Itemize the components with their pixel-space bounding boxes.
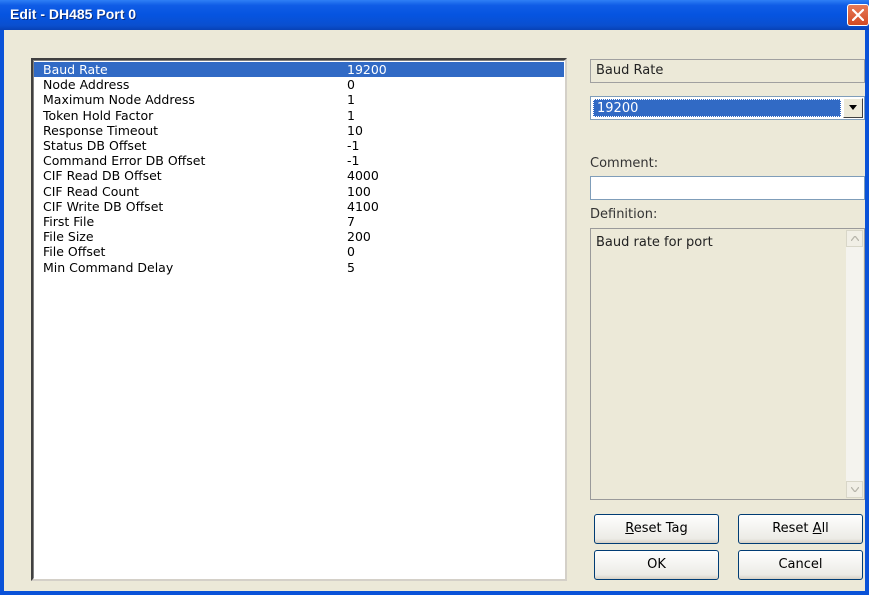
list-item-value: -1: [347, 138, 360, 153]
list-item-name: File Size: [43, 229, 94, 245]
list-item-value: 0: [347, 244, 355, 260]
scroll-down-icon: [851, 487, 859, 492]
definition-label: Definition:: [590, 207, 658, 222]
list-item-name: File Offset: [43, 244, 106, 260]
list-item[interactable]: Baud Rate 19200: [34, 62, 564, 77]
dropdown-button[interactable]: [843, 98, 863, 118]
list-item-name: Token Hold Factor: [43, 107, 154, 123]
list-item[interactable]: CIF Read Count 100: [34, 184, 564, 199]
list-item[interactable]: Status DB Offset -1: [34, 138, 564, 153]
list-item-value: 5: [347, 259, 355, 275]
list-item-name: Status DB Offset: [43, 138, 147, 153]
list-item-value: 0: [347, 77, 355, 93]
list-item[interactable]: Min Command Delay 5: [34, 260, 564, 275]
window-title: Edit - DH485 Port 0: [10, 6, 137, 22]
list-item-name: CIF Read DB Offset: [43, 168, 162, 184]
comment-label: Comment:: [590, 156, 659, 171]
list-item-name: CIF Read Count: [43, 183, 140, 199]
parameter-list[interactable]: Baud Rate 19200 Node Address 0 Maximum Node …: [31, 58, 567, 581]
selected-parameter-name: Baud Rate: [590, 59, 865, 83]
reset-all-accesskey: A: [812, 521, 822, 536]
close-button[interactable]: [847, 4, 869, 26]
list-item[interactable]: Response Timeout 10: [34, 123, 564, 138]
list-item-name: Node Address: [43, 77, 130, 93]
reset-all-label-post: ll: [821, 521, 829, 536]
list-item-value: 1: [347, 92, 355, 108]
scroll-down-button[interactable]: [846, 481, 863, 498]
list-item-value: 19200: [347, 62, 387, 77]
value-dropdown-selected: 19200: [593, 99, 841, 117]
reset-all-button[interactable]: Reset All: [738, 514, 863, 544]
comment-field[interactable]: [590, 176, 865, 200]
reset-all-label-pre: Reset: [772, 521, 813, 536]
list-item-name: Baud Rate: [43, 62, 108, 77]
list-item-value: 100: [347, 183, 371, 199]
reset-tag-label-post: eset Tag: [633, 521, 688, 536]
list-item-value: 4100: [347, 198, 379, 214]
list-item-value: 7: [347, 214, 355, 229]
list-item[interactable]: File Offset 0: [34, 244, 564, 259]
scroll-up-button[interactable]: [846, 230, 863, 247]
definition-text: Baud rate for port: [596, 235, 713, 250]
reset-tag-accesskey: R: [625, 521, 634, 536]
ok-button[interactable]: OK: [594, 550, 719, 580]
list-item-name: Maximum Node Address: [43, 92, 195, 108]
list-item[interactable]: Command Error DB Offset -1: [34, 153, 564, 168]
list-item-value: 200: [347, 229, 371, 245]
parameter-list-body: Baud Rate 19200 Node Address 0 Maximum Node …: [33, 60, 565, 579]
list-item[interactable]: File Size 200: [34, 229, 564, 244]
list-item-name: Response Timeout: [43, 122, 159, 138]
list-item[interactable]: CIF Read DB Offset 4000: [34, 168, 564, 183]
title-bar[interactable]: Edit - DH485 Port 0: [0, 0, 869, 30]
list-item[interactable]: CIF Write DB Offset 4100: [34, 199, 564, 214]
definition-box: Baud rate for port: [590, 228, 865, 500]
value-dropdown[interactable]: 19200: [590, 96, 865, 120]
list-item[interactable]: Maximum Node Address 1: [34, 92, 564, 107]
list-item-name: CIF Write DB Offset: [43, 198, 164, 214]
chevron-down-icon: [849, 105, 857, 110]
list-item-name: Command Error DB Offset: [43, 153, 206, 169]
scroll-up-icon: [851, 236, 859, 241]
list-item-name: First File: [43, 214, 95, 229]
list-item[interactable]: Token Hold Factor 1: [34, 108, 564, 123]
cancel-button[interactable]: Cancel: [738, 550, 863, 580]
list-item-value: 10: [347, 122, 363, 138]
list-item-value: 1: [347, 107, 355, 123]
list-item-name: Min Command Delay: [43, 259, 174, 275]
list-item-value: -1: [347, 153, 360, 169]
close-icon: [852, 9, 864, 21]
list-item[interactable]: First File 7: [34, 214, 564, 229]
list-item[interactable]: Node Address 0: [34, 77, 564, 92]
edit-dialog: Edit - DH485 Port 0 Baud Rate 19200 Node A…: [0, 0, 869, 595]
reset-tag-button[interactable]: Reset Tag: [594, 514, 719, 544]
definition-scrollbar[interactable]: [846, 230, 863, 498]
list-item-value: 4000: [347, 168, 379, 184]
